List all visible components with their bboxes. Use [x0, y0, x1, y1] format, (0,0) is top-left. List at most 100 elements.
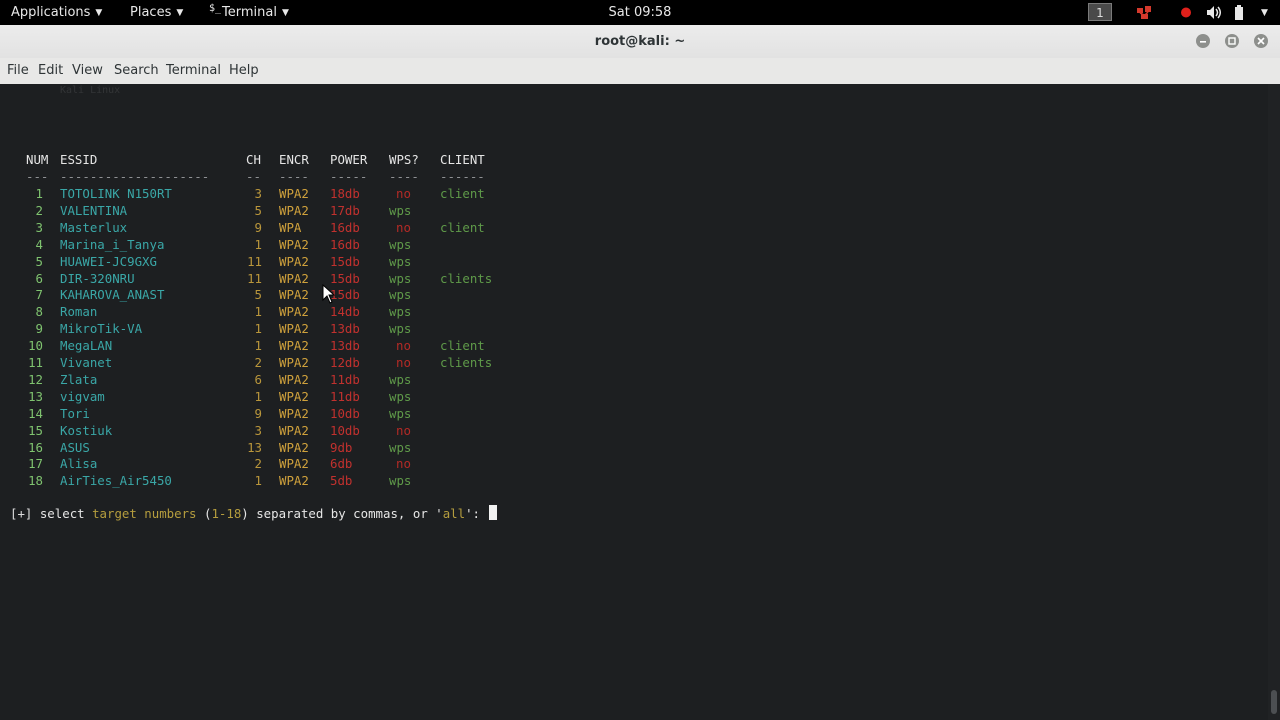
- menu-bar: File Edit View Search Terminal Help: [0, 58, 1280, 85]
- row-num: 5: [35, 253, 43, 269]
- header-essid: ESSID: [60, 152, 98, 167]
- row-num: 11: [28, 355, 43, 370]
- text-cursor[interactable]: [489, 505, 498, 520]
- row-wps: wps: [389, 371, 412, 387]
- row-num: 8: [35, 304, 43, 320]
- close-icon[interactable]: [1254, 34, 1268, 48]
- row-power: 16db: [330, 236, 360, 252]
- minimize-icon[interactable]: [1196, 34, 1210, 48]
- dash-client: ------: [440, 169, 485, 184]
- row-wps: no: [396, 338, 411, 354]
- row-ch: 9: [254, 405, 262, 421]
- menu-search[interactable]: Search: [114, 58, 159, 84]
- row-num: 15: [28, 422, 43, 438]
- row-num: 9: [35, 321, 43, 337]
- row-wps: no: [396, 422, 411, 438]
- row-ch: 1: [254, 236, 262, 252]
- row-num: 4: [35, 236, 43, 252]
- row-wps: wps: [389, 236, 412, 252]
- row-encr: WPA2: [279, 321, 309, 337]
- scrollbar-thumb[interactable]: [1271, 690, 1277, 714]
- row-wps: wps: [389, 270, 412, 286]
- menu-file[interactable]: File: [7, 58, 29, 84]
- row-essid: KAHAROVA_ANAST: [60, 287, 165, 303]
- row-num: 16: [28, 439, 43, 455]
- prompt-marker: [+]: [10, 506, 33, 521]
- workspace-indicator[interactable]: 1: [1088, 3, 1112, 21]
- row-power: 14db: [330, 304, 360, 320]
- header-num: NUM: [26, 152, 49, 167]
- menu-view[interactable]: View: [72, 58, 103, 84]
- menu-help[interactable]: Help: [229, 58, 259, 84]
- row-ch: 3: [254, 186, 262, 201]
- row-wps: no: [396, 355, 411, 370]
- row-ch: 1: [254, 338, 262, 354]
- row-essid: ASUS: [60, 439, 90, 455]
- window-title: root@kali: ~: [594, 34, 686, 49]
- header-client: CLIENT: [440, 152, 485, 167]
- row-wps: no: [396, 186, 411, 201]
- row-essid: AirTies_Air5450: [60, 473, 172, 489]
- row-encr: WPA2: [279, 270, 309, 286]
- maximize-icon[interactable]: [1225, 34, 1239, 48]
- power-menu[interactable]: ▼: [1256, 0, 1268, 25]
- row-client: clients: [440, 270, 493, 286]
- terminal-scrollbar[interactable]: [1268, 84, 1280, 720]
- row-encr: WPA2: [279, 304, 309, 320]
- row-wps: wps: [389, 253, 412, 269]
- row-power: 10db: [330, 405, 360, 421]
- row-ch: 11: [247, 253, 262, 269]
- row-power: 6db: [330, 456, 353, 472]
- terminal-output[interactable]: Kali Linux NUM ESSID CH ENCR POWER WPS? …: [0, 84, 1268, 720]
- prompt-range: 1-18: [211, 506, 242, 521]
- faint-background-text: Kali Linux: [60, 85, 121, 96]
- prompt-text-e: ) separated by commas, or ': [241, 506, 443, 521]
- row-num: 13: [28, 388, 43, 404]
- row-num: 3: [35, 219, 43, 235]
- prompt-text-g: ':: [465, 506, 488, 521]
- row-num: 12: [28, 371, 43, 387]
- window-titlebar[interactable]: root@kali: ~: [0, 25, 1280, 58]
- row-ch: 6: [254, 371, 262, 387]
- row-ch: 13: [247, 439, 262, 455]
- row-power: 16db: [330, 219, 360, 235]
- row-power: 5db: [330, 473, 353, 489]
- row-client: client: [440, 186, 485, 201]
- row-essid: MikroTik-VA: [60, 321, 143, 337]
- row-ch: 9: [254, 219, 262, 235]
- row-ch: 2: [254, 456, 262, 472]
- battery-icon[interactable]: [1233, 4, 1245, 21]
- row-essid: vigvam: [60, 388, 105, 404]
- header-wps: WPS?: [389, 152, 419, 167]
- row-encr: WPA2: [279, 202, 309, 218]
- row-encr: WPA2: [279, 456, 309, 472]
- row-power: 17db: [330, 202, 360, 218]
- row-wps: wps: [389, 287, 412, 303]
- menu-edit[interactable]: Edit: [38, 58, 63, 84]
- network-icon[interactable]: [1135, 4, 1153, 21]
- row-essid: HUAWEI-JC9GXG: [60, 253, 157, 269]
- row-essid: Tori: [60, 405, 90, 421]
- row-encr: WPA2: [279, 355, 309, 370]
- row-essid: Alisa: [60, 456, 98, 472]
- target-prompt[interactable]: [+] select target numbers (1-18) separat…: [10, 505, 498, 522]
- row-num: 7: [35, 287, 43, 303]
- dash-num: ---: [26, 169, 49, 184]
- row-client: client: [440, 338, 485, 354]
- row-num: 6: [35, 270, 43, 286]
- row-wps: no: [396, 219, 411, 235]
- row-wps: no: [396, 456, 411, 472]
- record-icon[interactable]: [1180, 4, 1192, 21]
- row-power: 10db: [330, 422, 360, 438]
- row-ch: 1: [254, 321, 262, 337]
- row-essid: Kostiuk: [60, 422, 113, 438]
- row-essid: DIR-320NRU: [60, 270, 135, 286]
- row-wps: wps: [389, 202, 412, 218]
- dash-ch: --: [246, 169, 261, 184]
- prompt-text-a: select: [32, 506, 93, 521]
- row-power: 11db: [330, 371, 360, 387]
- volume-icon[interactable]: [1205, 4, 1223, 21]
- menu-terminal[interactable]: Terminal: [166, 58, 221, 84]
- row-num: 10: [28, 338, 43, 354]
- row-num: 2: [35, 202, 43, 218]
